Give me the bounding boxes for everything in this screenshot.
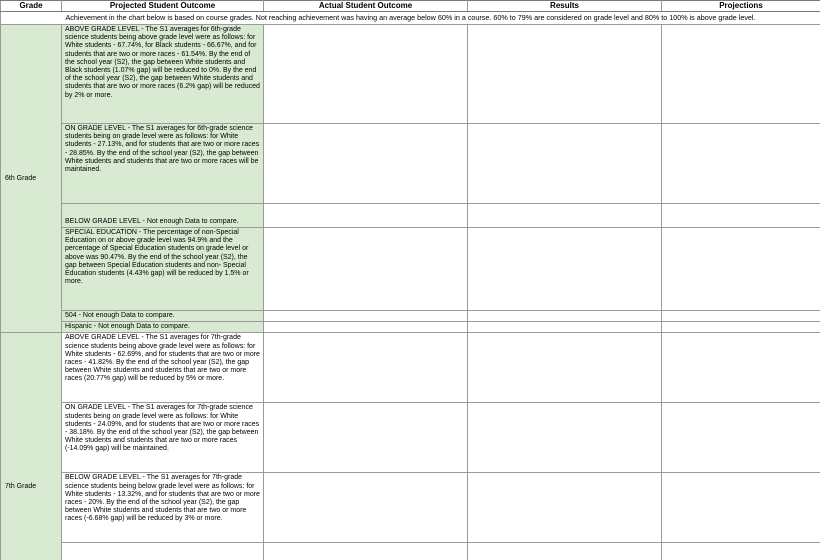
projected-cell[interactable]: BELOW GRADE LEVEL - The S1 averages for … — [61, 472, 264, 544]
projected-cell[interactable]: ON GRADE LEVEL - The S1 averages for 6th… — [61, 123, 264, 204]
results-cell[interactable] — [467, 332, 662, 404]
projections-cell[interactable] — [661, 309, 820, 323]
projections-cell[interactable] — [661, 542, 820, 560]
projected-cell[interactable] — [61, 542, 264, 560]
actual-cell[interactable] — [263, 309, 468, 323]
grade-cell-7th[interactable]: 7th Grade — [0, 332, 62, 560]
header-results[interactable]: Results — [467, 0, 662, 12]
projected-text: BELOW GRADE LEVEL - The S1 averages for … — [65, 474, 260, 523]
actual-cell[interactable] — [263, 203, 468, 228]
results-cell[interactable] — [467, 309, 662, 323]
projected-text: 504 - Not enough Data to compare. — [65, 312, 175, 319]
results-cell[interactable] — [467, 402, 662, 474]
projected-text: BELOW GRADE LEVEL - Not enough Data to c… — [65, 217, 239, 225]
projections-cell[interactable] — [661, 321, 820, 334]
results-cell[interactable] — [467, 472, 662, 544]
projections-cell[interactable] — [661, 332, 820, 404]
achievement-note[interactable]: Achievement in the chart below is based … — [0, 11, 820, 25]
header-projections[interactable]: Projections — [661, 0, 820, 12]
table-row — [1, 542, 820, 560]
projections-cell[interactable] — [661, 123, 820, 204]
projections-cell[interactable] — [661, 203, 820, 228]
spreadsheet: Grade Projected Student Outcome Actual S… — [0, 0, 820, 560]
table-row: ON GRADE LEVEL - The S1 averages for 6th… — [1, 123, 820, 204]
table-row: BELOW GRADE LEVEL - The S1 averages for … — [1, 472, 820, 544]
projections-cell[interactable] — [661, 402, 820, 474]
actual-cell[interactable] — [263, 321, 468, 334]
table-row: 6th Grade ABOVE GRADE LEVEL - The S1 ave… — [0, 23, 820, 334]
results-cell[interactable] — [467, 227, 662, 311]
actual-cell[interactable] — [263, 472, 468, 544]
projected-text: SPECIAL EDUCATION - The percentage of no… — [65, 229, 249, 286]
table-row: SPECIAL EDUCATION - The percentage of no… — [1, 227, 820, 311]
header-row: Grade Projected Student Outcome Actual S… — [0, 0, 820, 12]
note-row: Achievement in the chart below is based … — [0, 11, 820, 25]
projected-text: ON GRADE LEVEL - The S1 averages for 7th… — [65, 404, 260, 453]
table-row: Hispanic - Not enough Data to compare. — [1, 321, 820, 334]
actual-cell[interactable] — [263, 402, 468, 474]
table-row: BELOW GRADE LEVEL - Not enough Data to c… — [1, 203, 820, 228]
projected-cell[interactable]: ABOVE GRADE LEVEL - The S1 averages for … — [61, 332, 264, 404]
results-cell[interactable] — [467, 24, 662, 124]
projected-cell[interactable]: SPECIAL EDUCATION - The percentage of no… — [61, 227, 264, 311]
projections-cell[interactable] — [661, 472, 820, 544]
table-body: 6th Grade ABOVE GRADE LEVEL - The S1 ave… — [0, 23, 820, 560]
outcomes-table: Grade Projected Student Outcome Actual S… — [0, 0, 820, 560]
results-cell[interactable] — [467, 542, 662, 560]
grade-cell-6th[interactable]: 6th Grade — [0, 23, 62, 334]
projected-cell[interactable]: Hispanic - Not enough Data to compare. — [61, 321, 264, 334]
projected-text: ABOVE GRADE LEVEL - The S1 averages for … — [65, 334, 260, 383]
header-actual-outcome[interactable]: Actual Student Outcome — [263, 0, 468, 12]
table-row: 504 - Not enough Data to compare. — [1, 309, 820, 323]
projected-text: Hispanic - Not enough Data to compare. — [65, 323, 190, 331]
actual-cell[interactable] — [263, 542, 468, 560]
actual-cell[interactable] — [263, 24, 468, 124]
projected-cell[interactable]: 504 - Not enough Data to compare. — [61, 309, 264, 323]
header-grade[interactable]: Grade — [0, 0, 62, 12]
actual-cell[interactable] — [263, 227, 468, 311]
projected-cell[interactable]: ON GRADE LEVEL - The S1 averages for 7th… — [61, 402, 264, 474]
results-cell[interactable] — [467, 123, 662, 204]
projected-cell[interactable]: BELOW GRADE LEVEL - Not enough Data to c… — [61, 203, 264, 228]
table-row: 7th Grade ABOVE GRADE LEVEL - The S1 ave… — [0, 332, 820, 560]
projections-cell[interactable] — [661, 227, 820, 311]
projected-text: ABOVE GRADE LEVEL - The S1 averages for … — [65, 26, 260, 99]
projections-cell[interactable] — [661, 24, 820, 124]
projected-text: ON GRADE LEVEL - The S1 averages for 6th… — [65, 125, 260, 174]
results-cell[interactable] — [467, 321, 662, 334]
header-projected-outcome[interactable]: Projected Student Outcome — [61, 0, 264, 12]
actual-cell[interactable] — [263, 332, 468, 404]
results-cell[interactable] — [467, 203, 662, 228]
actual-cell[interactable] — [263, 123, 468, 204]
projected-cell[interactable]: ABOVE GRADE LEVEL - The S1 averages for … — [61, 24, 264, 124]
table-row: ON GRADE LEVEL - The S1 averages for 7th… — [1, 402, 820, 474]
